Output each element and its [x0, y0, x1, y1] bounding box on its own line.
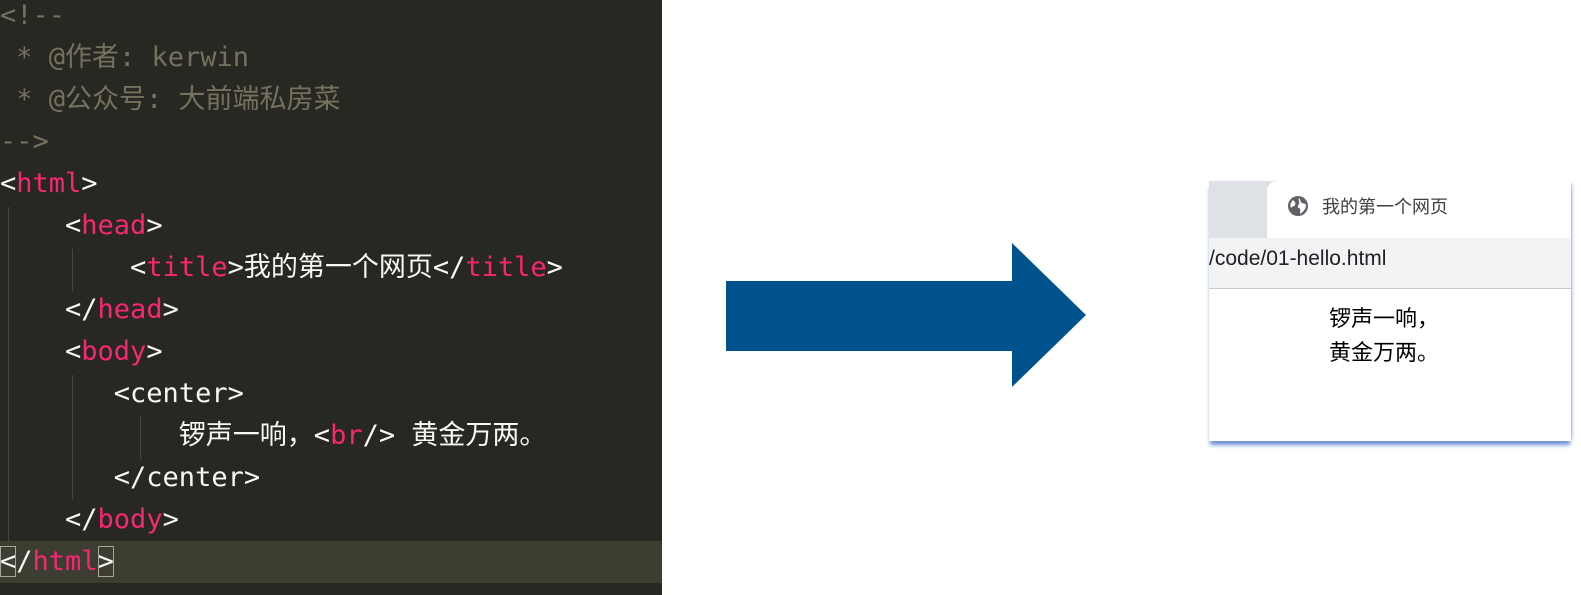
- code-text: </center>: [0, 462, 261, 493]
- tab-strip: 我的第一个网页: [1209, 181, 1571, 238]
- code-punctuation: >: [162, 294, 179, 325]
- code-line[interactable]: <center>: [0, 373, 662, 415]
- code-tag-name: head: [81, 210, 147, 241]
- code-punctuation: </: [432, 252, 466, 283]
- code-line-active[interactable]: </html>: [0, 541, 662, 583]
- code-line[interactable]: </head>: [0, 289, 662, 331]
- code-line[interactable]: <!--: [0, 0, 662, 37]
- code-tag-name: title: [146, 252, 228, 283]
- code-tag-name: body: [97, 504, 163, 535]
- tab-title: 我的第一个网页: [1322, 197, 1448, 218]
- code-punctuation: <: [0, 210, 82, 241]
- code-punctuation: >: [162, 504, 179, 535]
- page-content-line-2: 黄金万两。: [1329, 341, 1440, 366]
- indent-guide: [140, 417, 141, 459]
- code-line[interactable]: <title>我的第一个网页</title>: [0, 247, 662, 289]
- code-text: /> 黄金万两。: [362, 420, 547, 451]
- code-punctuation: </: [0, 294, 98, 325]
- code-line[interactable]: -->: [0, 121, 662, 163]
- indent-guide: [72, 249, 73, 291]
- code-punctuation: </: [0, 504, 98, 535]
- code-tag-name: head: [97, 294, 163, 325]
- right-arrow-icon: [726, 243, 1086, 387]
- arrow-shape: [726, 243, 1086, 387]
- code-line[interactable]: </center>: [0, 457, 662, 499]
- code-punctuation: <: [0, 336, 82, 367]
- indent-guide: [72, 375, 73, 499]
- code-punctuation: <: [0, 252, 147, 283]
- code-text: <center>: [0, 378, 244, 409]
- matched-bracket: <: [0, 546, 17, 577]
- code-text: 锣声一响，<: [0, 420, 331, 451]
- code-line[interactable]: <html>: [0, 163, 662, 205]
- code-comment: <!--: [0, 0, 66, 31]
- code-line[interactable]: </body>: [0, 499, 662, 541]
- code-line[interactable]: * @作者: kerwin: [0, 37, 662, 79]
- page-content-line-1: 锣声一响，: [1329, 307, 1440, 332]
- code-punctuation: >: [227, 252, 244, 283]
- code-punctuation: >: [546, 252, 563, 283]
- code-comment: * @作者: kerwin: [0, 42, 250, 73]
- code-text: 我的第一个网页: [243, 252, 433, 283]
- active-tab[interactable]: 我的第一个网页: [1267, 181, 1571, 238]
- code-line[interactable]: <head>: [0, 205, 662, 247]
- code-punctuation: >: [146, 210, 163, 241]
- code-punctuation: <: [0, 168, 17, 199]
- code-tag-name: br: [330, 420, 363, 451]
- inactive-tab[interactable]: [1209, 181, 1267, 229]
- address-bar[interactable]: /code/01-hello.html: [1209, 238, 1571, 289]
- code-tag-name: html: [16, 168, 82, 199]
- code-tag-name: html: [32, 546, 98, 577]
- code-line[interactable]: <body>: [0, 331, 662, 373]
- browser-window: 我的第一个网页 /code/01-hello.html 锣声一响， 黄金万两。: [1209, 181, 1571, 441]
- code-line[interactable]: 锣声一响，<br/> 黄金万两。: [0, 415, 662, 457]
- code-comment: * @公众号: 大前端私房菜: [0, 84, 341, 115]
- code-punctuation: >: [146, 336, 163, 367]
- indent-guide: [8, 207, 9, 541]
- url-text[interactable]: /code/01-hello.html: [1209, 247, 1386, 271]
- code-comment: -->: [0, 126, 49, 157]
- code-editor[interactable]: <!-- * @作者: kerwin * @公众号: 大前端私房菜 --> <htm…: [0, 0, 662, 595]
- code-tag-name: title: [465, 252, 547, 283]
- code-line[interactable]: * @公众号: 大前端私房菜: [0, 79, 662, 121]
- code-punctuation: >: [81, 168, 98, 199]
- matched-bracket: >: [97, 546, 114, 577]
- code-punctuation: /: [16, 546, 33, 577]
- code-tag-name: body: [81, 336, 147, 367]
- globe-icon: [1288, 196, 1308, 216]
